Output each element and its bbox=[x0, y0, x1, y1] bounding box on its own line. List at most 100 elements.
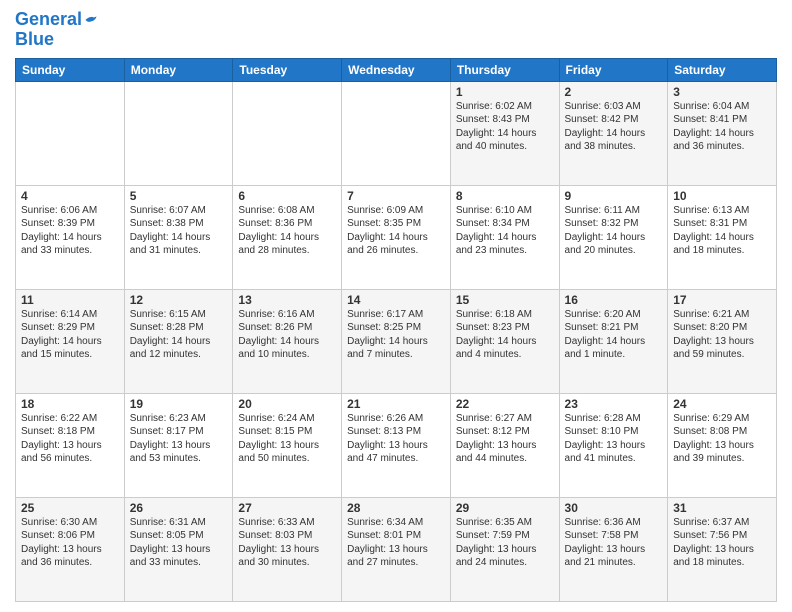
day-info: Sunrise: 6:16 AMSunset: 8:26 PMDaylight:… bbox=[238, 308, 336, 362]
page: General Blue SundayMondayTuesdayWednesda… bbox=[0, 0, 792, 612]
calendar-cell: 2Sunrise: 6:03 AMSunset: 8:42 PMDaylight… bbox=[559, 81, 668, 185]
day-number: 9 bbox=[565, 189, 663, 203]
day-number: 26 bbox=[130, 501, 228, 515]
day-info: Sunrise: 6:36 AMSunset: 7:58 PMDaylight:… bbox=[565, 516, 663, 570]
day-info: Sunrise: 6:22 AMSunset: 8:18 PMDaylight:… bbox=[21, 412, 119, 466]
day-info: Sunrise: 6:29 AMSunset: 8:08 PMDaylight:… bbox=[673, 412, 771, 466]
logo: General Blue bbox=[15, 10, 98, 50]
calendar-cell: 12Sunrise: 6:15 AMSunset: 8:28 PMDayligh… bbox=[124, 289, 233, 393]
header: General Blue bbox=[15, 10, 777, 50]
day-number: 30 bbox=[565, 501, 663, 515]
calendar-cell: 4Sunrise: 6:06 AMSunset: 8:39 PMDaylight… bbox=[16, 185, 125, 289]
day-number: 13 bbox=[238, 293, 336, 307]
calendar-cell bbox=[16, 81, 125, 185]
calendar-cell: 25Sunrise: 6:30 AMSunset: 8:06 PMDayligh… bbox=[16, 497, 125, 601]
logo-line: General bbox=[15, 10, 98, 30]
calendar-cell: 26Sunrise: 6:31 AMSunset: 8:05 PMDayligh… bbox=[124, 497, 233, 601]
day-number: 20 bbox=[238, 397, 336, 411]
day-number: 10 bbox=[673, 189, 771, 203]
day-number: 11 bbox=[21, 293, 119, 307]
logo-bird-icon bbox=[84, 14, 98, 26]
calendar-cell bbox=[342, 81, 451, 185]
day-info: Sunrise: 6:06 AMSunset: 8:39 PMDaylight:… bbox=[21, 204, 119, 258]
calendar-cell: 21Sunrise: 6:26 AMSunset: 8:13 PMDayligh… bbox=[342, 393, 451, 497]
calendar-row-4: 25Sunrise: 6:30 AMSunset: 8:06 PMDayligh… bbox=[16, 497, 777, 601]
day-number: 22 bbox=[456, 397, 554, 411]
weekday-header-friday: Friday bbox=[559, 58, 668, 81]
day-info: Sunrise: 6:37 AMSunset: 7:56 PMDaylight:… bbox=[673, 516, 771, 570]
day-number: 7 bbox=[347, 189, 445, 203]
calendar-cell bbox=[124, 81, 233, 185]
calendar-cell: 9Sunrise: 6:11 AMSunset: 8:32 PMDaylight… bbox=[559, 185, 668, 289]
calendar-cell: 5Sunrise: 6:07 AMSunset: 8:38 PMDaylight… bbox=[124, 185, 233, 289]
day-number: 19 bbox=[130, 397, 228, 411]
day-info: Sunrise: 6:11 AMSunset: 8:32 PMDaylight:… bbox=[565, 204, 663, 258]
day-info: Sunrise: 6:28 AMSunset: 8:10 PMDaylight:… bbox=[565, 412, 663, 466]
calendar-row-2: 11Sunrise: 6:14 AMSunset: 8:29 PMDayligh… bbox=[16, 289, 777, 393]
calendar-cell: 24Sunrise: 6:29 AMSunset: 8:08 PMDayligh… bbox=[668, 393, 777, 497]
day-number: 8 bbox=[456, 189, 554, 203]
weekday-header-thursday: Thursday bbox=[450, 58, 559, 81]
calendar-cell: 22Sunrise: 6:27 AMSunset: 8:12 PMDayligh… bbox=[450, 393, 559, 497]
day-info: Sunrise: 6:09 AMSunset: 8:35 PMDaylight:… bbox=[347, 204, 445, 258]
calendar-row-0: 1Sunrise: 6:02 AMSunset: 8:43 PMDaylight… bbox=[16, 81, 777, 185]
day-info: Sunrise: 6:33 AMSunset: 8:03 PMDaylight:… bbox=[238, 516, 336, 570]
calendar-cell: 1Sunrise: 6:02 AMSunset: 8:43 PMDaylight… bbox=[450, 81, 559, 185]
day-info: Sunrise: 6:18 AMSunset: 8:23 PMDaylight:… bbox=[456, 308, 554, 362]
day-info: Sunrise: 6:20 AMSunset: 8:21 PMDaylight:… bbox=[565, 308, 663, 362]
logo-general: General bbox=[15, 9, 82, 29]
logo-text: General bbox=[15, 10, 82, 30]
calendar-cell: 8Sunrise: 6:10 AMSunset: 8:34 PMDaylight… bbox=[450, 185, 559, 289]
day-number: 15 bbox=[456, 293, 554, 307]
weekday-header-monday: Monday bbox=[124, 58, 233, 81]
day-number: 27 bbox=[238, 501, 336, 515]
day-info: Sunrise: 6:13 AMSunset: 8:31 PMDaylight:… bbox=[673, 204, 771, 258]
calendar-row-3: 18Sunrise: 6:22 AMSunset: 8:18 PMDayligh… bbox=[16, 393, 777, 497]
day-info: Sunrise: 6:14 AMSunset: 8:29 PMDaylight:… bbox=[21, 308, 119, 362]
day-info: Sunrise: 6:17 AMSunset: 8:25 PMDaylight:… bbox=[347, 308, 445, 362]
calendar-cell: 17Sunrise: 6:21 AMSunset: 8:20 PMDayligh… bbox=[668, 289, 777, 393]
weekday-header-saturday: Saturday bbox=[668, 58, 777, 81]
day-info: Sunrise: 6:07 AMSunset: 8:38 PMDaylight:… bbox=[130, 204, 228, 258]
calendar-cell: 23Sunrise: 6:28 AMSunset: 8:10 PMDayligh… bbox=[559, 393, 668, 497]
calendar-cell: 10Sunrise: 6:13 AMSunset: 8:31 PMDayligh… bbox=[668, 185, 777, 289]
day-info: Sunrise: 6:31 AMSunset: 8:05 PMDaylight:… bbox=[130, 516, 228, 570]
day-info: Sunrise: 6:26 AMSunset: 8:13 PMDaylight:… bbox=[347, 412, 445, 466]
calendar-row-1: 4Sunrise: 6:06 AMSunset: 8:39 PMDaylight… bbox=[16, 185, 777, 289]
calendar-cell: 20Sunrise: 6:24 AMSunset: 8:15 PMDayligh… bbox=[233, 393, 342, 497]
day-number: 25 bbox=[21, 501, 119, 515]
day-info: Sunrise: 6:34 AMSunset: 8:01 PMDaylight:… bbox=[347, 516, 445, 570]
calendar-cell: 16Sunrise: 6:20 AMSunset: 8:21 PMDayligh… bbox=[559, 289, 668, 393]
day-number: 24 bbox=[673, 397, 771, 411]
calendar-table: SundayMondayTuesdayWednesdayThursdayFrid… bbox=[15, 58, 777, 602]
calendar-cell: 11Sunrise: 6:14 AMSunset: 8:29 PMDayligh… bbox=[16, 289, 125, 393]
calendar-cell bbox=[233, 81, 342, 185]
calendar-cell: 7Sunrise: 6:09 AMSunset: 8:35 PMDaylight… bbox=[342, 185, 451, 289]
day-number: 12 bbox=[130, 293, 228, 307]
day-number: 17 bbox=[673, 293, 771, 307]
day-info: Sunrise: 6:30 AMSunset: 8:06 PMDaylight:… bbox=[21, 516, 119, 570]
day-info: Sunrise: 6:35 AMSunset: 7:59 PMDaylight:… bbox=[456, 516, 554, 570]
calendar-cell: 30Sunrise: 6:36 AMSunset: 7:58 PMDayligh… bbox=[559, 497, 668, 601]
day-number: 6 bbox=[238, 189, 336, 203]
calendar-cell: 14Sunrise: 6:17 AMSunset: 8:25 PMDayligh… bbox=[342, 289, 451, 393]
day-info: Sunrise: 6:27 AMSunset: 8:12 PMDaylight:… bbox=[456, 412, 554, 466]
day-number: 18 bbox=[21, 397, 119, 411]
day-number: 29 bbox=[456, 501, 554, 515]
calendar-cell: 31Sunrise: 6:37 AMSunset: 7:56 PMDayligh… bbox=[668, 497, 777, 601]
day-number: 4 bbox=[21, 189, 119, 203]
calendar-cell: 15Sunrise: 6:18 AMSunset: 8:23 PMDayligh… bbox=[450, 289, 559, 393]
day-number: 14 bbox=[347, 293, 445, 307]
day-number: 2 bbox=[565, 85, 663, 99]
calendar-cell: 13Sunrise: 6:16 AMSunset: 8:26 PMDayligh… bbox=[233, 289, 342, 393]
day-info: Sunrise: 6:10 AMSunset: 8:34 PMDaylight:… bbox=[456, 204, 554, 258]
weekday-header-sunday: Sunday bbox=[16, 58, 125, 81]
day-info: Sunrise: 6:04 AMSunset: 8:41 PMDaylight:… bbox=[673, 100, 771, 154]
day-number: 23 bbox=[565, 397, 663, 411]
logo-blue: Blue bbox=[15, 30, 54, 50]
day-info: Sunrise: 6:03 AMSunset: 8:42 PMDaylight:… bbox=[565, 100, 663, 154]
day-info: Sunrise: 6:15 AMSunset: 8:28 PMDaylight:… bbox=[130, 308, 228, 362]
day-number: 28 bbox=[347, 501, 445, 515]
calendar-cell: 27Sunrise: 6:33 AMSunset: 8:03 PMDayligh… bbox=[233, 497, 342, 601]
weekday-header-wednesday: Wednesday bbox=[342, 58, 451, 81]
